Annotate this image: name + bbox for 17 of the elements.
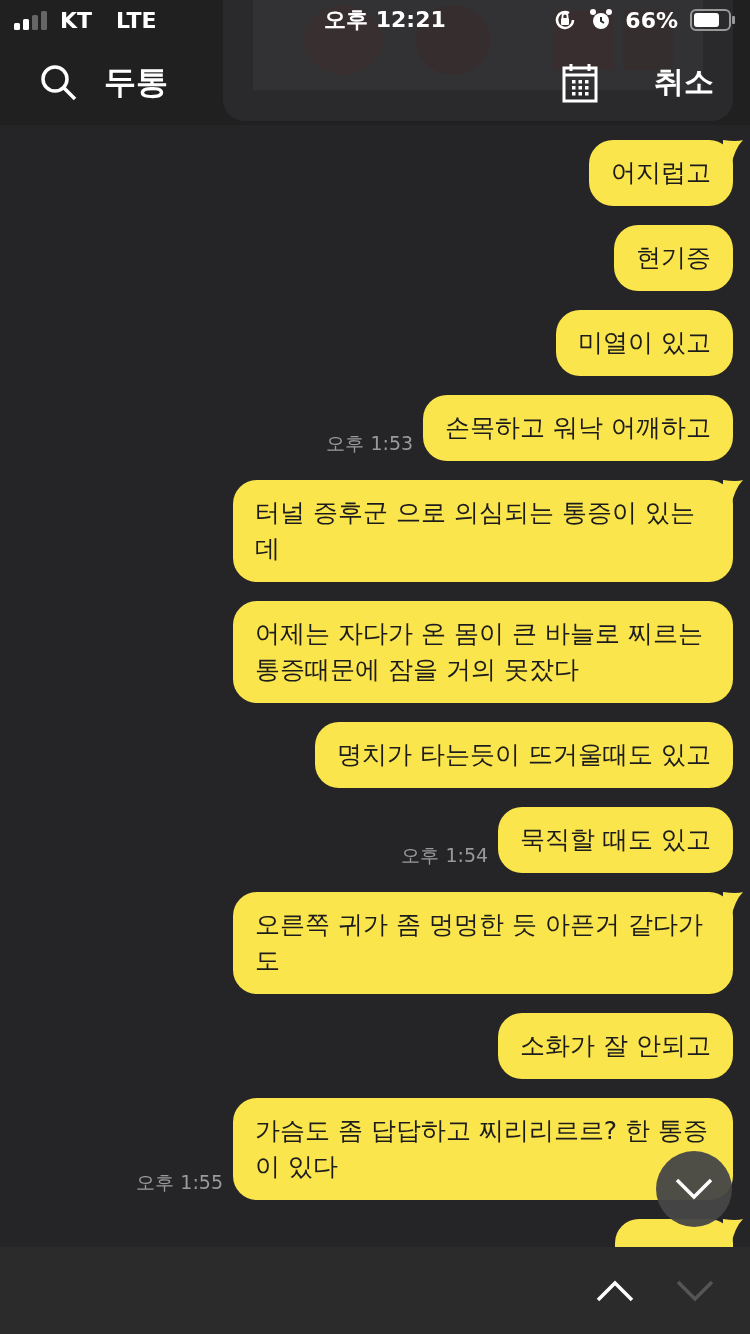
message-bubble: 미열이 있고	[556, 310, 733, 376]
message-bubble: 명치가 타는듯이 뜨거울때도 있고	[315, 722, 733, 788]
battery-percent: 66%	[625, 7, 678, 33]
carrier-label: KT	[60, 7, 93, 33]
message-time: 오후 1:54	[401, 843, 489, 868]
message-bubble: 현기증	[614, 225, 733, 291]
network-label: LTE	[116, 7, 157, 33]
message-bubble: 묵직할 때도 있고	[498, 807, 733, 873]
message-time: 오후 1:55	[136, 1170, 223, 1195]
cancel-button[interactable]: 취소	[654, 62, 714, 103]
message-bubble: 가슴도 좀 답답하고 찌리리르르? 한 통증이 있다	[233, 1098, 733, 1200]
clock-time: 오후 12:21	[324, 6, 446, 34]
message-bubble: 손목하고 워낙 어깨하고	[423, 395, 733, 461]
message-time: 오후 1:53	[326, 431, 414, 456]
message-bubble: 어제는 자다가 온 몸이 큰 바늘로 찌르는 통증때문에 잠을 거의 못잤다	[233, 601, 733, 703]
search-query[interactable]: 두통	[104, 60, 536, 105]
message-bubble: 소화가 잘 안되고	[498, 1013, 733, 1079]
